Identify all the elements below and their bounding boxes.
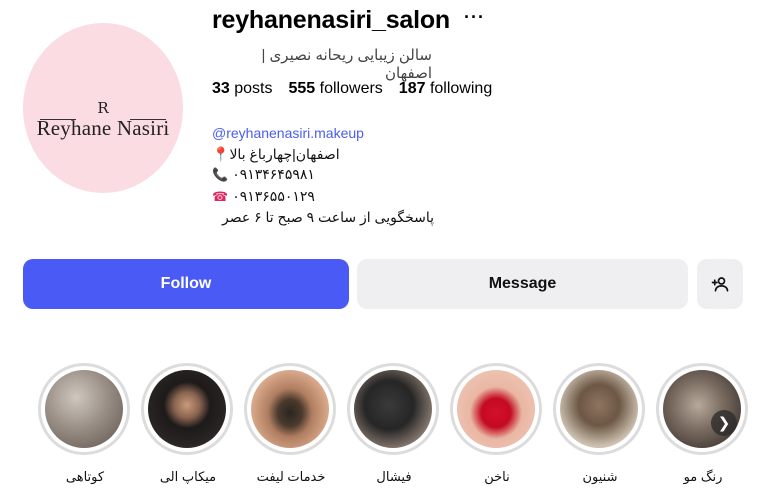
highlight-ring — [38, 363, 130, 455]
profile-username: reyhanenasiri_salon — [212, 6, 450, 34]
avatar-monogram: R — [97, 99, 109, 117]
highlight-thumbnail — [457, 370, 535, 448]
profile-avatar[interactable]: R Reyhane Nasiri — [23, 23, 183, 193]
posts-label: posts — [234, 80, 273, 97]
follow-button[interactable]: Follow — [23, 259, 349, 309]
bio-link[interactable]: @reyhanenasiri.makeup — [212, 123, 442, 144]
highlight-thumbnail — [251, 370, 329, 448]
message-button[interactable]: Message — [357, 259, 688, 309]
avatar-brand-name: Reyhane Nasiri — [36, 116, 170, 140]
bio-hours: پاسخگویی از ساعت ۹ صبح تا ۶ عصر — [221, 209, 434, 225]
followers-label: followers — [319, 80, 383, 97]
bio-landline-line: ☎ ۰۹۱۳۶۵۵۰۱۲۹ — [212, 186, 442, 208]
profile-full-name: سالن زیبایی ریحانه نصیری | اصفهان — [261, 47, 432, 82]
highlight-ring — [141, 363, 233, 455]
followers-count: 555 — [288, 80, 316, 97]
highlight-thumbnail — [560, 370, 638, 448]
posts-count: 33 — [212, 80, 230, 97]
posts-stat[interactable]: 33 posts — [212, 80, 273, 98]
highlight-thumbnail — [354, 370, 432, 448]
highlight-item[interactable]: شنیون — [553, 363, 647, 485]
avatar-logo: R Reyhane Nasiri — [23, 23, 183, 193]
bio-location-line: 📍اصفهان|چهارباغ بالا — [212, 144, 442, 165]
highlight-thumbnail — [45, 370, 123, 448]
phone-icon: 📞 — [212, 167, 229, 182]
highlight-item[interactable]: میکاپ الی — [141, 363, 235, 485]
username-row: reyhanenasiri_salon ··· — [212, 6, 485, 35]
highlight-ring — [450, 363, 542, 455]
bio-location: اصفهان|چهارباغ بالا — [229, 145, 340, 162]
highlight-label: ناخن — [484, 469, 510, 484]
highlight-ring — [553, 363, 645, 455]
add-user-button[interactable] — [697, 259, 743, 309]
highlight-item[interactable]: کوتاهی — [38, 363, 132, 485]
highlight-label: فیشال — [376, 469, 412, 484]
highlight-label: میکاپ الی — [159, 469, 217, 484]
following-count: 187 — [398, 80, 426, 97]
highlight-ring — [656, 363, 748, 455]
highlight-label: خدمات لیفت — [256, 469, 326, 484]
highlight-thumbnail — [148, 370, 226, 448]
bio-mobile-line: 📞 ۰۹۱۳۴۶۴۵۹۸۱ — [212, 164, 442, 186]
location-pin-icon: 📍 — [212, 145, 230, 162]
bio-landline: ۰۹۱۳۶۵۵۰۱۲۹ — [232, 187, 315, 204]
highlight-thumbnail — [663, 370, 741, 448]
highlight-item[interactable]: خدمات لیفت — [244, 363, 338, 485]
following-label: following — [429, 80, 493, 97]
highlight-label: کوتاهی — [65, 469, 105, 484]
profile-bio: @reyhanenasiri.makeup 📍اصفهان|چهارباغ با… — [212, 123, 442, 228]
following-stat[interactable]: 187 following — [399, 80, 492, 98]
highlight-ring — [244, 363, 336, 455]
chevron-right-icon[interactable]: ❯ — [711, 410, 737, 436]
highlight-label: رنگ مو — [683, 469, 723, 484]
story-highlights: کوتاهی میکاپ الی خدمات لیفت فیشال ناخن ش… — [38, 363, 770, 500]
followers-stat[interactable]: 555 followers — [289, 80, 383, 98]
highlight-item[interactable]: فیشال — [347, 363, 441, 485]
highlight-label: شنیون — [582, 469, 618, 484]
highlight-item[interactable]: ناخن — [450, 363, 544, 485]
profile-stats: 33 posts 555 followers 187 following — [212, 80, 492, 98]
highlight-ring — [347, 363, 439, 455]
telephone-icon: ☎ — [212, 188, 229, 204]
add-user-icon — [711, 277, 729, 292]
bio-mobile: ۰۹۱۳۴۶۴۵۹۸۱ — [232, 166, 315, 182]
more-icon[interactable]: ··· — [464, 7, 485, 28]
